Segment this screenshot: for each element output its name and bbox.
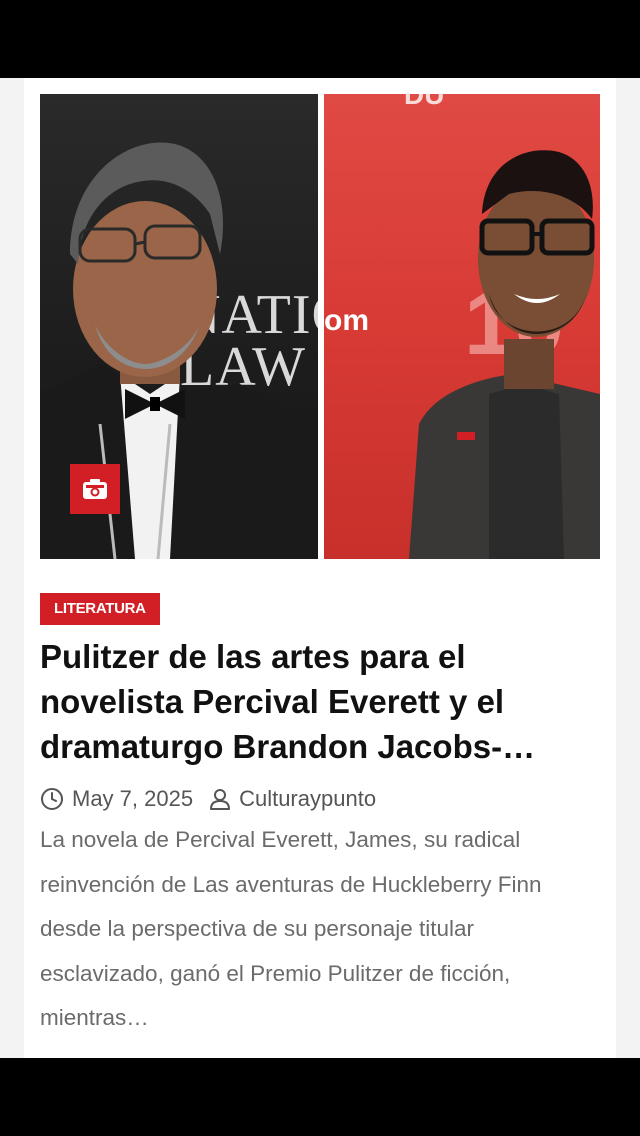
svg-text:DU: DU	[404, 94, 444, 110]
post-featured-image[interactable]: NATIO LAW	[40, 94, 600, 559]
post-excerpt: La novela de Percival Everett, James, su…	[40, 827, 542, 1030]
post-date-text: May 7, 2025	[72, 786, 194, 811]
user-icon	[210, 789, 231, 810]
photo-brandon-jacobs-jenkins: om 10 DU	[324, 94, 600, 559]
category-badge[interactable]: LITERATURA	[40, 593, 160, 625]
camera-icon	[83, 479, 107, 499]
post-title[interactable]: Pulitzer de las artes para el novelista …	[40, 634, 600, 769]
photo-percival-everett: NATIO LAW	[40, 94, 318, 559]
post-author[interactable]: Culturaypunto	[209, 786, 376, 812]
post-author-text: Culturaypunto	[239, 786, 377, 811]
portrait-right-illustration: 10 DU	[404, 94, 600, 559]
post-meta: May 7, 2025 Culturaypunto	[40, 783, 376, 815]
post-card: NATIO LAW	[24, 78, 616, 1058]
media-badge[interactable]	[70, 464, 120, 514]
post-date[interactable]: May 7, 2025	[40, 786, 193, 812]
clock-icon	[41, 788, 63, 810]
